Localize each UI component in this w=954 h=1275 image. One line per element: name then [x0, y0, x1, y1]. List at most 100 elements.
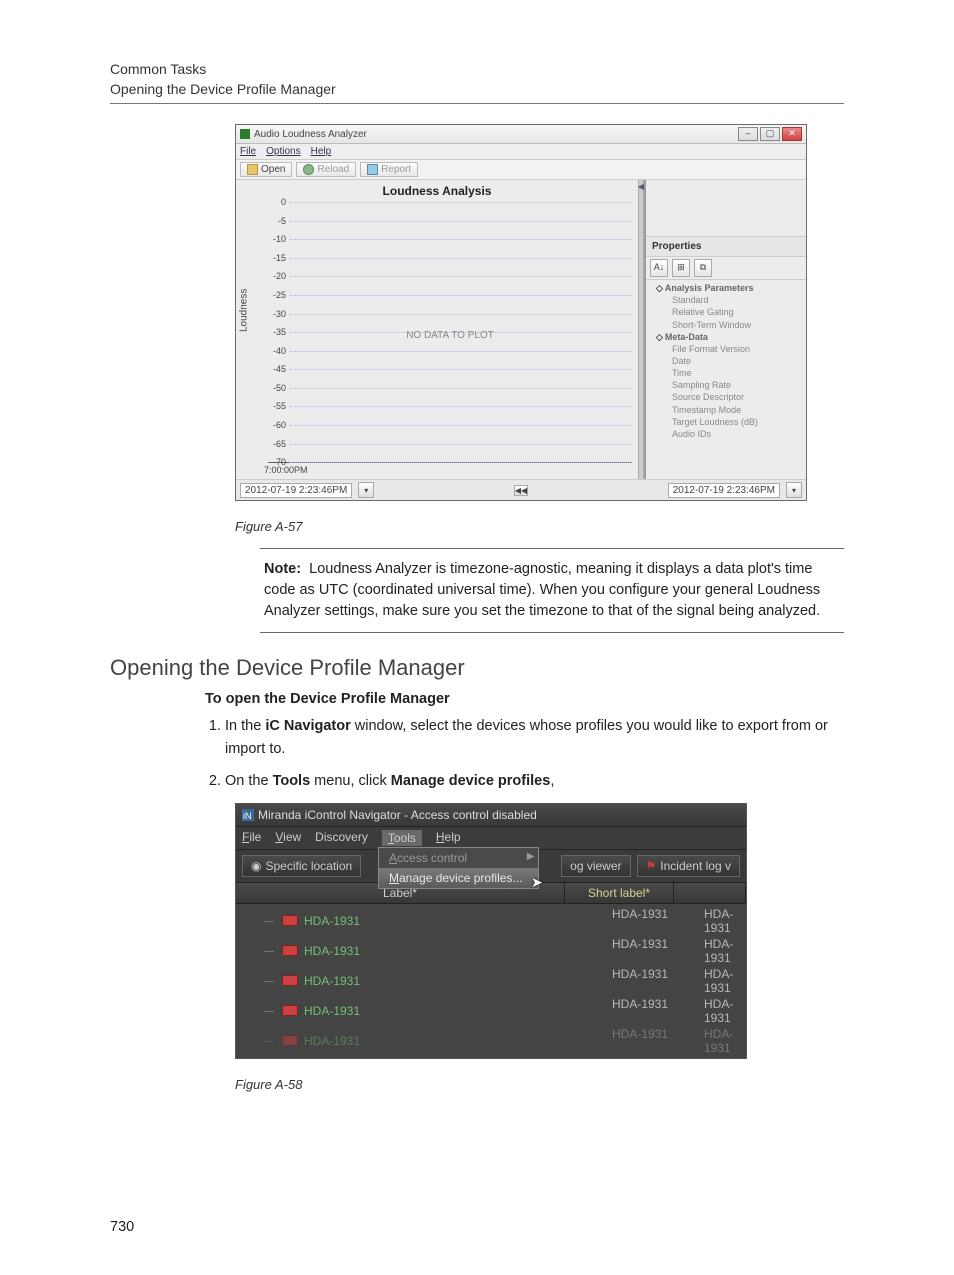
- no-data-label: NO DATA TO PLOT: [268, 330, 632, 341]
- y-tick: -65: [246, 439, 286, 449]
- chart-title: Loudness Analysis: [242, 184, 632, 198]
- nav-toolbar: ◉ Specific location Access control ▶ Man…: [236, 850, 746, 883]
- menu-item-manage-device-profiles[interactable]: Manage device profiles...: [379, 868, 538, 888]
- menu-file[interactable]: File: [240, 146, 256, 157]
- property-item[interactable]: Relative Gating: [656, 306, 800, 318]
- gridline: [290, 295, 632, 296]
- reload-button[interactable]: Reload: [296, 162, 356, 177]
- expand-button[interactable]: ⧉: [694, 259, 712, 277]
- table-row[interactable]: HDA-1931HDA-1931HDA-1931: [236, 906, 746, 936]
- note-body: Loudness Analyzer is timezone-agnostic, …: [264, 561, 820, 619]
- report-label: Report: [381, 164, 411, 175]
- y-tick: -35: [246, 327, 286, 337]
- loudness-analyzer-window: Audio Loudness Analyzer – ▢ ✕ File Optio…: [235, 124, 807, 501]
- submenu-arrow-icon: ▶: [527, 851, 535, 862]
- time-start[interactable]: 2012-07-19 2:23:46PM: [240, 483, 352, 498]
- table-row[interactable]: HDA-1931HDA-1931HDA-1931: [236, 996, 746, 1026]
- gridline: [290, 276, 632, 277]
- table-row[interactable]: HDA-1931HDA-1931HDA-1931: [236, 1026, 746, 1056]
- gridline: [290, 221, 632, 222]
- window-titlebar[interactable]: Audio Loudness Analyzer – ▢ ✕: [236, 125, 806, 144]
- folder-open-icon: [247, 164, 258, 175]
- target-icon: ◉: [251, 859, 261, 873]
- table-row[interactable]: HDA-1931HDA-1931HDA-1931: [236, 936, 746, 966]
- open-label: Open: [261, 164, 285, 175]
- device-list: HDA-1931HDA-1931HDA-1931HDA-1931HDA-1931…: [236, 904, 746, 1058]
- menu-help[interactable]: Help: [436, 830, 461, 846]
- cell-extra: HDA-1931: [704, 907, 746, 935]
- menu-item-access-control[interactable]: Access control ▶: [379, 848, 538, 868]
- property-item[interactable]: Standard: [656, 294, 800, 306]
- property-item[interactable]: Date: [656, 355, 800, 367]
- menubar: File Options Help: [236, 144, 806, 160]
- device-icon: [282, 1035, 298, 1046]
- device-label: HDA-1931: [304, 1004, 360, 1018]
- open-button[interactable]: Open: [240, 162, 292, 177]
- categorize-button[interactable]: ⊞: [672, 259, 690, 277]
- y-tick: -30: [246, 309, 286, 319]
- device-label: HDA-1931: [304, 914, 360, 928]
- y-tick: -60: [246, 420, 286, 430]
- menu-help[interactable]: Help: [311, 146, 332, 157]
- gridline: [290, 369, 632, 370]
- report-icon: [367, 164, 378, 175]
- device-label: HDA-1931: [304, 944, 360, 958]
- x-axis-time: 7:00:00PM: [264, 465, 632, 475]
- time-end[interactable]: 2012-07-19 2:23:46PM: [668, 483, 780, 498]
- expander-icon[interactable]: ◇: [656, 283, 663, 293]
- note-box: Note: Loudness Analyzer is timezone-agno…: [260, 548, 844, 633]
- gridline: [290, 425, 632, 426]
- specific-location-button[interactable]: ◉ Specific location: [242, 855, 361, 877]
- incident-log-button[interactable]: ⚑ Incident log v: [637, 855, 740, 877]
- nav-titlebar[interactable]: iN Miranda iControl Navigator - Access c…: [236, 804, 746, 827]
- header-line2: Opening the Device Profile Manager: [110, 80, 844, 100]
- page-number: 730: [110, 1219, 134, 1235]
- plot: Loudness NO DATA TO PLOT 0-5-10-15-20-25…: [268, 202, 632, 463]
- y-tick: -40: [246, 346, 286, 356]
- device-label: HDA-1931: [304, 974, 360, 988]
- chart-area: Loudness Analysis Loudness NO DATA TO PL…: [236, 180, 638, 479]
- rewind-button[interactable]: ◀◀: [514, 485, 528, 496]
- menu-tools[interactable]: Tools: [382, 830, 422, 846]
- dropdown-icon[interactable]: ▾: [786, 482, 802, 498]
- gridline: [290, 258, 632, 259]
- reload-icon: [303, 164, 314, 175]
- minimize-button[interactable]: –: [738, 127, 758, 141]
- properties-pane: Properties A↓ ⊞ ⧉ ◇Analysis Parameters S…: [644, 180, 806, 479]
- property-item[interactable]: Time: [656, 367, 800, 379]
- menu-file[interactable]: File: [242, 830, 261, 846]
- table-row[interactable]: HDA-1931HDA-1931HDA-1931: [236, 966, 746, 996]
- expander-icon[interactable]: ◇: [656, 332, 663, 342]
- property-item[interactable]: File Format Version: [656, 343, 800, 355]
- menu-options[interactable]: Options: [266, 146, 300, 157]
- property-item[interactable]: Short-Term Window: [656, 319, 800, 331]
- property-item[interactable]: Timestamp Mode: [656, 404, 800, 416]
- report-button[interactable]: Report: [360, 162, 418, 177]
- gridline: [290, 388, 632, 389]
- header-rule: [110, 103, 844, 104]
- cell-short-label: HDA-1931: [612, 937, 704, 965]
- y-tick: -20: [246, 271, 286, 281]
- menu-view[interactable]: View: [275, 830, 301, 846]
- log-viewer-button[interactable]: og viewer: [561, 855, 630, 877]
- y-tick: -5: [246, 216, 286, 226]
- dropdown-icon[interactable]: ▾: [358, 482, 374, 498]
- property-item[interactable]: Sampling Rate: [656, 379, 800, 391]
- flag-icon: ⚑: [646, 859, 657, 873]
- sort-az-button[interactable]: A↓: [650, 259, 668, 277]
- property-item[interactable]: Audio IDs: [656, 428, 800, 440]
- col-short-label[interactable]: Short label*: [565, 883, 674, 903]
- cell-extra: HDA-1931: [704, 967, 746, 995]
- menu-discovery[interactable]: Discovery: [315, 830, 368, 846]
- property-item[interactable]: Target Loudness (dB): [656, 416, 800, 428]
- nav-window-title: Miranda iControl Navigator - Access cont…: [258, 808, 537, 822]
- property-item[interactable]: Source Descriptor: [656, 391, 800, 403]
- maximize-button[interactable]: ▢: [760, 127, 780, 141]
- reload-label: Reload: [317, 164, 349, 175]
- cell-extra: HDA-1931: [704, 1027, 746, 1055]
- section-heading: Opening the Device Profile Manager: [110, 655, 844, 681]
- app-icon: iN: [242, 809, 254, 821]
- procedure-heading: To open the Device Profile Manager: [205, 691, 844, 707]
- gridline: [290, 406, 632, 407]
- close-button[interactable]: ✕: [782, 127, 802, 141]
